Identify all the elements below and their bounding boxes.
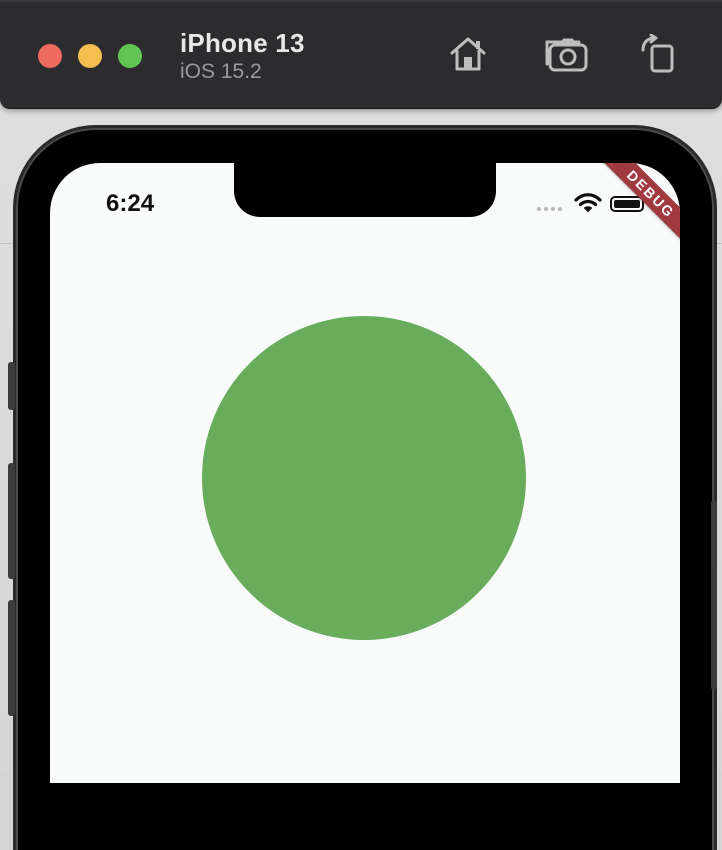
- home-icon: [450, 37, 486, 71]
- mute-switch: [8, 362, 15, 410]
- home-button[interactable]: [446, 34, 490, 74]
- os-version: iOS 15.2: [180, 60, 262, 83]
- camera-icon: [545, 38, 588, 72]
- rotate-icon: [641, 34, 674, 73]
- battery-level: [614, 200, 640, 208]
- wifi-icon: [574, 193, 602, 213]
- minimize-window-button[interactable]: [78, 44, 102, 68]
- volume-up-button: [8, 463, 15, 579]
- volume-down-button: [8, 600, 15, 716]
- signal-dots-icon: [537, 207, 562, 211]
- status-time: 6:24: [106, 190, 155, 217]
- rotate-button[interactable]: [636, 34, 680, 74]
- phone-screen[interactable]: 6:24 DEBUG: [50, 163, 680, 783]
- notch: [234, 163, 496, 217]
- titlebar-edge: [0, 0, 722, 2]
- green-circle: [202, 316, 526, 640]
- zoom-window-button[interactable]: [118, 44, 142, 68]
- close-window-button[interactable]: [38, 44, 62, 68]
- power-button: [711, 500, 717, 690]
- device-name: iPhone 13: [180, 28, 305, 58]
- simulator-titlebar: iPhone 13 iOS 15.2: [0, 0, 722, 108]
- screenshot-button[interactable]: [545, 34, 589, 74]
